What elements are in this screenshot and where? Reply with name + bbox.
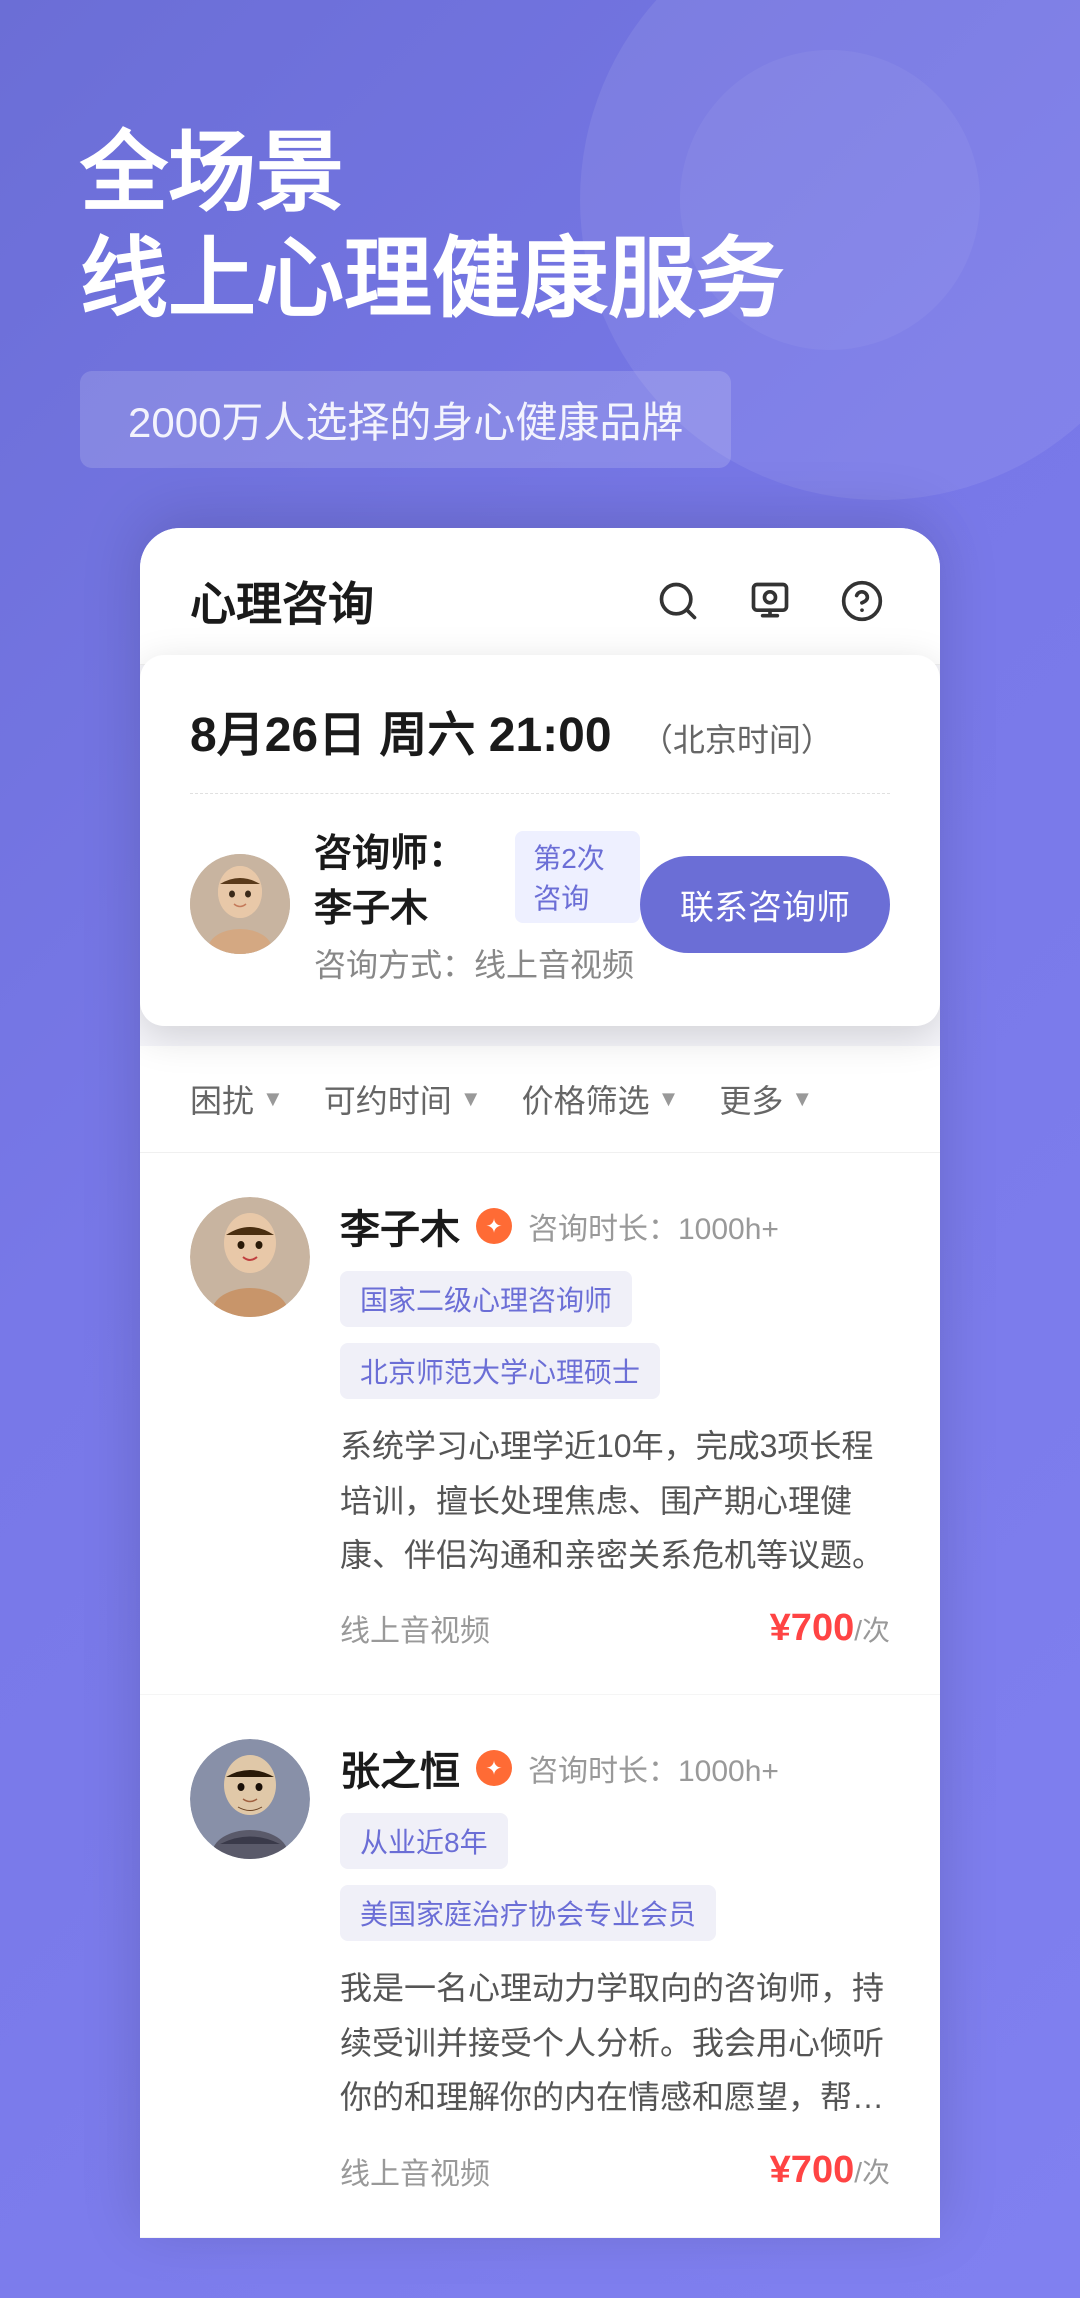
counselor-content-zhangzhiheng: 张之恒 ✦ 咨询时长：1000h+ 从业近8年 美国家庭治疗协会专业会员 我是一…: [340, 1739, 890, 2192]
price-zhangzhiheng: ¥700/次: [770, 2149, 890, 2192]
contact-consultant-button[interactable]: 联系咨询师: [640, 856, 890, 953]
counselor-avatar-lizimu: [190, 1197, 310, 1317]
filter-time-arrow: ▼: [460, 1086, 482, 1112]
hero-section: 全场景 线上心理健康服务 2000万人选择的身心健康品牌 心理咨询: [0, 0, 1080, 2298]
counselor-footer-lizimu: 线上音视频 ¥700/次: [340, 1606, 890, 1650]
hero-title: 全场景 线上心理健康服务: [80, 120, 1000, 331]
counselor-tags-lizimu: 国家二级心理咨询师 北京师范大学心理硕士: [340, 1271, 890, 1399]
hero-subtitle: 2000万人选择的身心健康品牌: [128, 399, 683, 446]
search-icon[interactable]: [650, 573, 706, 629]
consultant-name-label: 咨询师：李子木: [314, 822, 499, 932]
verified-badge-zhangzhiheng: ✦: [476, 1750, 512, 1786]
consultation-badge: 第2次咨询: [515, 831, 640, 923]
app-header-icons: [650, 573, 890, 629]
record-icon[interactable]: [742, 573, 798, 629]
filter-price-arrow: ▼: [658, 1086, 680, 1112]
tag-membership: 美国家庭治疗协会专业会员: [340, 1885, 716, 1941]
counselor-name-zhangzhiheng: 张之恒: [340, 1739, 460, 1797]
help-icon[interactable]: [834, 573, 890, 629]
counselor-item[interactable]: 李子木 ✦ 咨询时长：1000h+ 国家二级心理咨询师 北京师范大学心理硕士 系…: [140, 1153, 940, 1695]
counselor-item-2[interactable]: 张之恒 ✦ 咨询时长：1000h+ 从业近8年 美国家庭治疗协会专业会员 我是一…: [140, 1695, 940, 2237]
app-header-title: 心理咨询: [190, 568, 374, 634]
filter-more-arrow: ▼: [791, 1086, 813, 1112]
app-card-wrapper: 心理咨询: [140, 528, 940, 2237]
consultant-info: 咨询师：李子木 第2次咨询 咨询方式：线上音视频: [190, 822, 640, 986]
counselor-experience-lizimu: 咨询时长：1000h+: [528, 1204, 779, 1248]
app-header: 心理咨询: [140, 528, 940, 665]
filter-concern[interactable]: 困扰 ▼: [190, 1076, 284, 1122]
counselor-desc-lizimu: 系统学习心理学近10年，完成3项长程培训，擅长处理焦虑、围产期心理健康、伴侣沟通…: [340, 1419, 890, 1582]
tag-education: 北京师范大学心理硕士: [340, 1343, 660, 1399]
counselor-name-row-zhangzhiheng: 张之恒 ✦ 咨询时长：1000h+: [340, 1739, 890, 1797]
price-lizimu: ¥700/次: [770, 1607, 890, 1650]
service-type-zhangzhiheng: 线上音视频: [340, 2149, 490, 2193]
counselor-name-row-lizimu: 李子木 ✦ 咨询时长：1000h+: [340, 1197, 890, 1255]
counselor-tags-zhangzhiheng: 从业近8年 美国家庭治疗协会专业会员: [340, 1813, 890, 1941]
appointment-datetime: 8月26日 周六 21:00 （北京时间）: [190, 695, 890, 765]
appointment-card: 8月26日 周六 21:00 （北京时间）: [140, 655, 940, 1026]
verified-badge-lizimu: ✦: [476, 1208, 512, 1244]
counselor-experience-zhangzhiheng: 咨询时长：1000h+: [528, 1746, 779, 1790]
filter-price[interactable]: 价格筛选 ▼: [522, 1076, 680, 1122]
service-type-lizimu: 线上音视频: [340, 1606, 490, 1650]
consultant-name-row: 咨询师：李子木 第2次咨询: [314, 822, 640, 932]
filter-row: 困扰 ▼ 可约时间 ▼ 价格筛选 ▼ 更多 ▼: [140, 1046, 940, 1153]
consultant-text: 咨询师：李子木 第2次咨询 咨询方式：线上音视频: [314, 822, 640, 986]
filter-time[interactable]: 可约时间 ▼: [324, 1076, 482, 1122]
filter-more[interactable]: 更多 ▼: [719, 1076, 813, 1122]
counselor-list: 李子木 ✦ 咨询时长：1000h+ 国家二级心理咨询师 北京师范大学心理硕士 系…: [140, 1153, 940, 2237]
tag-qualification: 国家二级心理咨询师: [340, 1271, 632, 1327]
hero-subtitle-box: 2000万人选择的身心健康品牌: [80, 371, 731, 468]
counselor-content-lizimu: 李子木 ✦ 咨询时长：1000h+ 国家二级心理咨询师 北京师范大学心理硕士 系…: [340, 1197, 890, 1650]
counselor-avatar-zhangzhiheng: [190, 1739, 310, 1859]
tag-seniority: 从业近8年: [340, 1813, 508, 1869]
filter-concern-arrow: ▼: [262, 1086, 284, 1112]
app-card: 心理咨询: [140, 528, 940, 2237]
appointment-detail: 咨询师：李子木 第2次咨询 咨询方式：线上音视频 联系咨询师: [190, 822, 890, 986]
counselor-desc-zhangzhiheng: 我是一名心理动力学取向的咨询师，持续受训并接受个人分析。我会用心倾听你的和理解你…: [340, 1961, 890, 2124]
counselor-footer-zhangzhiheng: 线上音视频 ¥700/次: [340, 2149, 890, 2193]
consultant-avatar: [190, 854, 290, 954]
counselor-name-lizimu: 李子木: [340, 1197, 460, 1255]
consultant-method: 咨询方式：线上音视频: [314, 940, 640, 986]
